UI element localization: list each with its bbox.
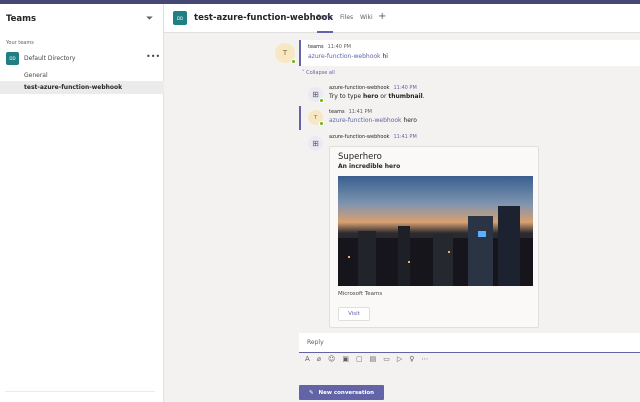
message-author: azure-function-webhook: [329, 85, 390, 91]
card-title: Superhero: [338, 152, 382, 162]
tab-files[interactable]: Files: [340, 14, 353, 21]
card-text: Microsoft Teams: [338, 291, 383, 297]
avatar-initial: T: [282, 49, 288, 57]
visit-button[interactable]: Visit: [338, 307, 370, 321]
schedule-meeting-icon[interactable]: ▤: [370, 355, 377, 363]
status-dot: [319, 121, 324, 126]
message-meta: azure-function-webhook 11:40 PM: [329, 85, 417, 91]
status-dot: [291, 59, 296, 64]
new-conversation-button[interactable]: ✎ New conversation: [299, 385, 384, 400]
message-body: Try to type hero or thumbnail.: [329, 93, 425, 100]
message-body: azure-function-webhook hero: [329, 117, 417, 124]
skyline-graphic: [338, 206, 533, 286]
message-time: 11:40 PM: [327, 44, 351, 50]
mention-link[interactable]: azure-function-webhook: [308, 53, 381, 60]
praise-icon[interactable]: ♀: [409, 355, 414, 363]
team-avatar: DD: [173, 11, 187, 25]
avatar: T: [275, 43, 296, 64]
avatar: T: [308, 110, 324, 126]
attach-icon[interactable]: ⌀: [317, 355, 321, 363]
sidebar-title: Teams: [6, 14, 37, 24]
message-text: hi: [380, 53, 388, 60]
emoji-icon[interactable]: ☺: [328, 355, 335, 363]
message-meta: azure-function-webhook 11:41 PM: [329, 134, 417, 140]
tab-wiki[interactable]: Wiki: [360, 14, 373, 21]
channel-test-azure-function-webhook[interactable]: test-azure-function-webhook: [0, 81, 164, 94]
bot-icon: ⊞: [308, 136, 323, 151]
avatar-initial: T: [313, 114, 318, 121]
meet-now-icon[interactable]: ▭: [383, 355, 390, 363]
message-author: teams: [329, 109, 345, 115]
stream-icon[interactable]: ▷: [397, 355, 402, 363]
compose-toolbar: A ⌀ ☺ ▣ ▢ ▤ ▭ ▷ ♀ ⋯: [305, 355, 428, 363]
card-image-city-skyline: [338, 176, 533, 286]
add-tab-icon[interactable]: +: [378, 11, 386, 22]
message-author: azure-function-webhook: [329, 134, 390, 140]
message-meta: teams 11:41 PM: [329, 109, 372, 115]
hero-card: Superhero An incredible hero Microsoft T…: [329, 146, 539, 328]
format-icon[interactable]: A: [305, 355, 310, 363]
collapse-all-link[interactable]: ˅ Collapse all: [302, 70, 335, 76]
team-default-directory[interactable]: DD Default Directory •••: [0, 52, 164, 66]
sidebar-divider: [5, 391, 155, 392]
message-time: 11:41 PM: [348, 109, 372, 115]
teams-sidebar: Teams ⏷ Your teams DD Default Directory …: [0, 4, 164, 402]
message-time: 11:41 PM: [393, 134, 417, 140]
message-meta: teams 11:40 PM: [308, 44, 351, 50]
mention-link[interactable]: azure-function-webhook: [329, 117, 402, 124]
collapse-all-label: Collapse all: [306, 70, 335, 76]
message-time: 11:40 PM: [393, 85, 417, 91]
channel-title: test-azure-function-webhook: [194, 13, 334, 23]
gif-icon[interactable]: ▣: [342, 355, 349, 363]
bot-icon: ⊞: [308, 87, 324, 103]
message-body: azure-function-webhook hi: [308, 53, 388, 60]
compose-icon: ✎: [308, 389, 314, 396]
team-avatar: DD: [6, 52, 19, 65]
filter-icon[interactable]: ⏷: [146, 14, 153, 24]
tab-posts[interactable]: Posts: [317, 14, 333, 33]
sticker-icon[interactable]: ▢: [356, 355, 363, 363]
more-options-icon[interactable]: •••: [146, 52, 160, 61]
reply-indicator: [299, 106, 301, 130]
team-name: Default Directory: [24, 55, 76, 62]
channel-header: DD test-azure-function-webhook Posts Fil…: [164, 4, 640, 33]
message-author: teams: [308, 44, 324, 50]
card-subtitle: An incredible hero: [338, 163, 401, 170]
reply-input[interactable]: Reply: [299, 333, 640, 353]
message-post: teams 11:40 PM azure-function-webhook hi: [299, 40, 640, 66]
status-dot: [319, 98, 324, 103]
your-teams-label: Your teams: [6, 40, 34, 46]
message-text: hero: [401, 117, 417, 124]
new-conversation-label: New conversation: [318, 389, 375, 396]
more-options-icon[interactable]: ⋯: [421, 355, 428, 363]
